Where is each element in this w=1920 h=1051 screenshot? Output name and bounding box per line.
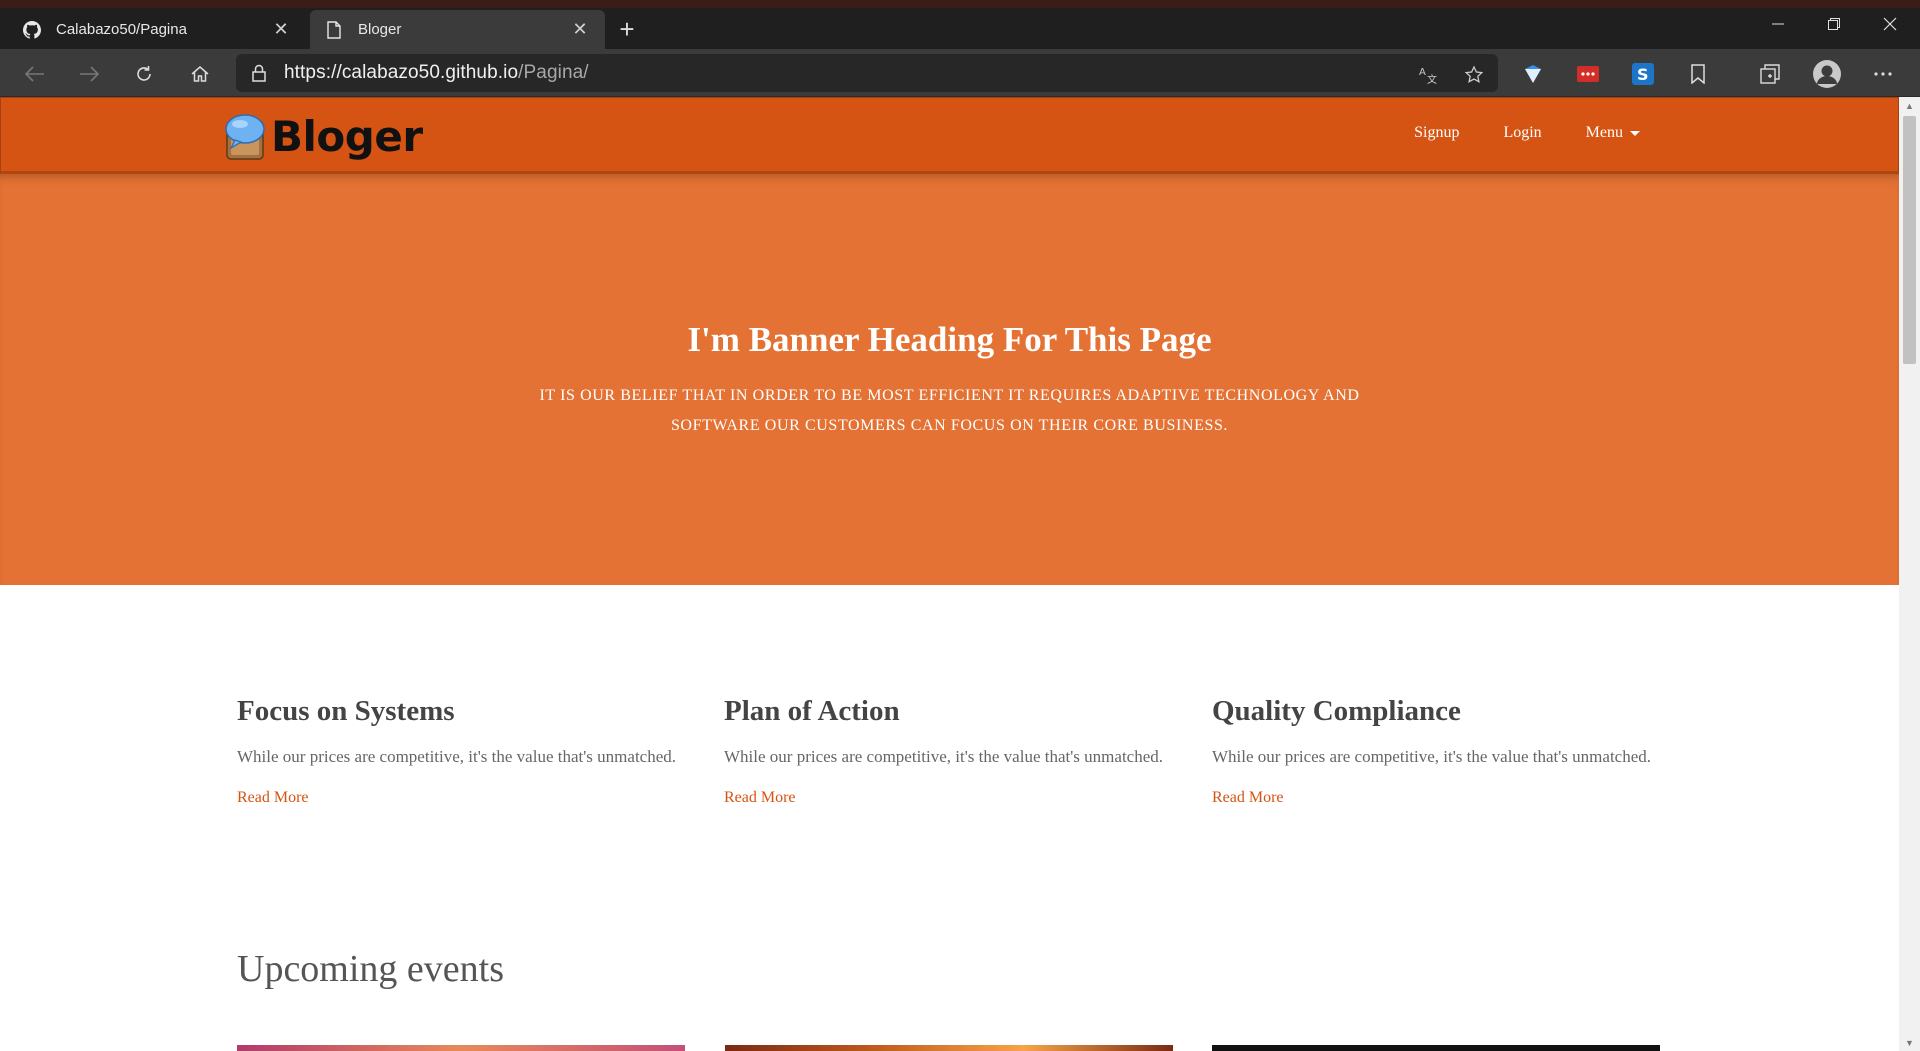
event-image[interactable] <box>237 1045 685 1051</box>
page-scrollbar[interactable]: ▲ ▼ <box>1899 97 1920 1051</box>
feature-title: Quality Compliance <box>1212 695 1461 727</box>
nav-links: Signup Login Menu <box>1370 124 1640 142</box>
scrollbar-thumb[interactable] <box>1903 116 1916 364</box>
collections-icon[interactable] <box>1755 59 1785 89</box>
shield-extension-icon[interactable] <box>1518 59 1548 89</box>
close-tab-icon[interactable]: ✕ <box>569 19 591 41</box>
back-icon[interactable] <box>20 59 50 89</box>
read-more-link[interactable]: Read More <box>724 789 796 807</box>
browser-toolbar: https://calabazo50.github.io/Pagina/ A文 … <box>0 49 1920 97</box>
close-window-icon[interactable] <box>1862 10 1918 38</box>
lastpass-extension-icon[interactable] <box>1573 59 1603 89</box>
page-viewport: Bloger Signup Login Menu I'm Banner Head… <box>0 97 1899 1051</box>
minimize-icon[interactable] <box>1750 10 1806 38</box>
tab-bloger[interactable]: Bloger ✕ <box>310 10 605 49</box>
svg-text:文: 文 <box>1427 73 1437 85</box>
feature-plan-of-action: Plan of Action While our prices are comp… <box>724 695 1164 807</box>
tab-strip: Calabazo50/Pagina ✕ Bloger ✕ + <box>0 0 1920 49</box>
feature-text: While our prices are competitive, it's t… <box>724 747 1164 766</box>
site-logo[interactable]: Bloger <box>223 111 423 161</box>
translate-icon[interactable]: A文 <box>1416 63 1440 87</box>
page-icon <box>324 20 344 40</box>
new-tab-icon[interactable]: + <box>612 14 642 44</box>
profile-avatar[interactable] <box>1812 59 1842 89</box>
url-text: https://calabazo50.github.io/Pagina/ <box>284 62 589 84</box>
more-options-icon[interactable] <box>1868 59 1898 89</box>
url-path: /Pagina/ <box>518 62 589 83</box>
feature-title: Focus on Systems <box>237 695 455 727</box>
banner-subheading: IT IS OUR BELIEF THAT IN ORDER TO BE MOS… <box>539 387 1360 434</box>
speech-bubble-logo-icon <box>223 111 269 161</box>
favorite-star-icon[interactable] <box>1462 63 1486 87</box>
feature-quality-compliance: Quality Compliance While our prices are … <box>1212 695 1652 807</box>
tab-title: Bloger <box>358 21 402 38</box>
caret-down-icon <box>1630 130 1640 136</box>
hero-banner: I'm Banner Heading For This Page IT IS O… <box>0 174 1899 585</box>
feature-title: Plan of Action <box>724 695 900 727</box>
refresh-icon[interactable] <box>129 59 159 89</box>
forward-icon[interactable] <box>74 59 104 89</box>
url-origin: https://calabazo50.github.io <box>284 62 519 83</box>
logo-text: Bloger <box>271 111 423 161</box>
read-more-link[interactable]: Read More <box>237 789 309 807</box>
svg-text:S: S <box>1637 65 1649 84</box>
feature-text: While our prices are competitive, it's t… <box>237 747 677 766</box>
restore-icon[interactable] <box>1806 10 1862 38</box>
site-navbar: Bloger Signup Login Menu <box>0 97 1899 174</box>
banner-heading: I'm Banner Heading For This Page <box>687 320 1212 359</box>
github-icon <box>22 20 42 40</box>
read-more-link[interactable]: Read More <box>1212 789 1284 807</box>
nav-signup-link[interactable]: Signup <box>1414 124 1459 142</box>
nav-login-link[interactable]: Login <box>1503 124 1541 142</box>
bookmark-icon[interactable] <box>1683 59 1713 89</box>
address-bar[interactable]: https://calabazo50.github.io/Pagina/ A文 <box>236 54 1498 92</box>
lock-icon[interactable] <box>250 63 268 83</box>
home-icon[interactable] <box>185 59 215 89</box>
scroll-up-arrow-icon[interactable]: ▲ <box>1899 97 1920 114</box>
event-image[interactable] <box>1212 1045 1660 1051</box>
tab-title: Calabazo50/Pagina <box>56 21 187 38</box>
svg-text:A: A <box>1419 67 1426 78</box>
s-extension-icon[interactable]: S <box>1628 59 1658 89</box>
tab-github[interactable]: Calabazo50/Pagina ✕ <box>8 10 306 49</box>
nav-menu-dropdown[interactable]: Menu <box>1586 124 1640 142</box>
close-tab-icon[interactable]: ✕ <box>270 19 292 41</box>
event-image[interactable] <box>725 1045 1173 1051</box>
menu-label: Menu <box>1585 124 1623 141</box>
feature-text: While our prices are competitive, it's t… <box>1212 747 1652 766</box>
events-section-title: Upcoming events <box>237 948 505 990</box>
scroll-down-arrow-icon[interactable]: ▼ <box>1899 1034 1920 1051</box>
feature-focus-on-systems: Focus on Systems While our prices are co… <box>237 695 677 807</box>
